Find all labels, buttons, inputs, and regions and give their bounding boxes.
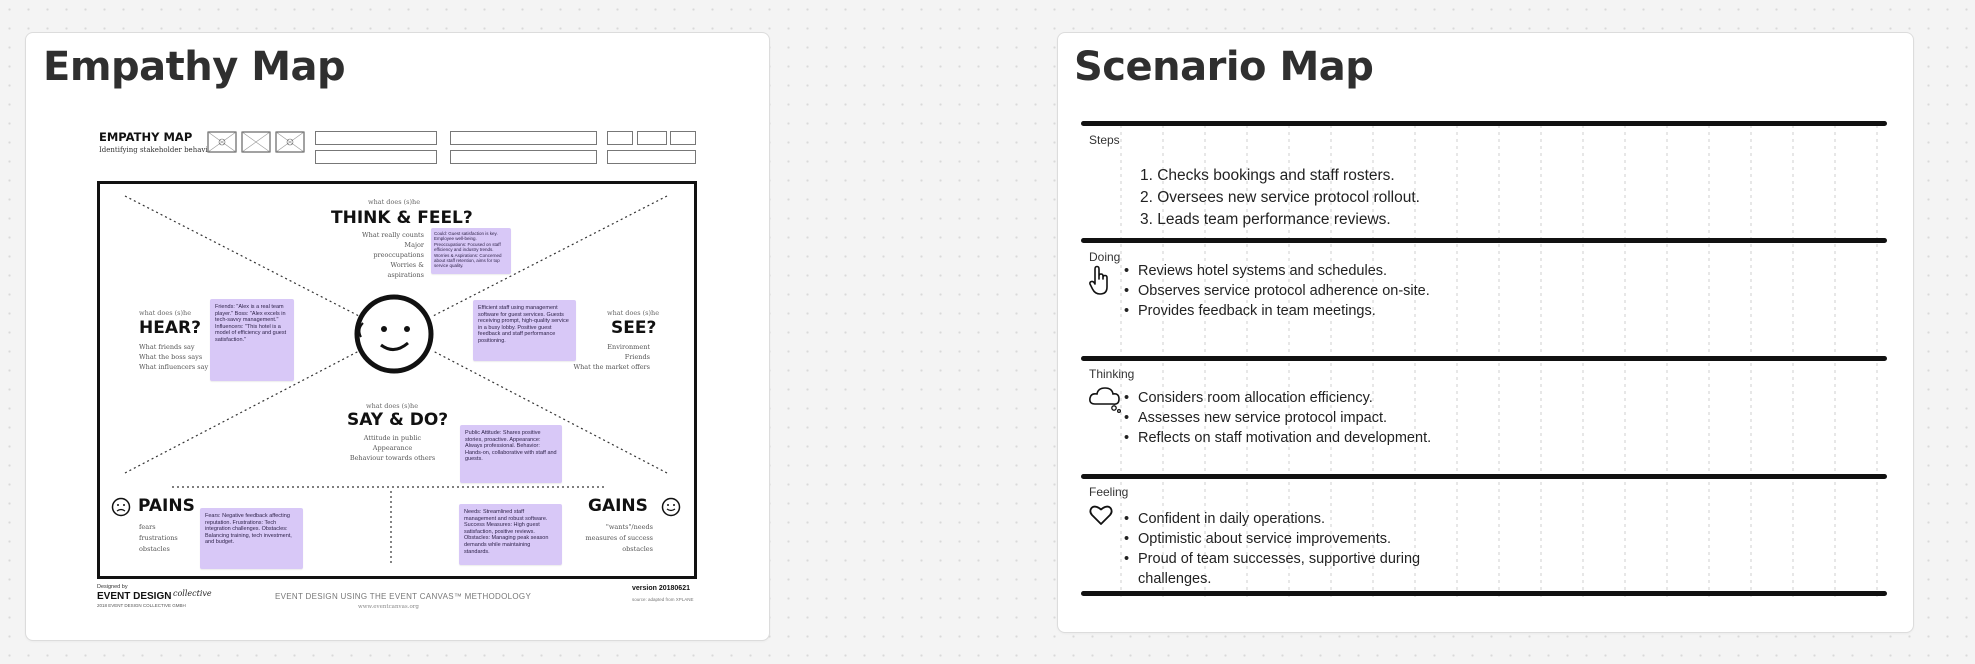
sad-face-icon xyxy=(111,497,131,517)
row-divider xyxy=(1081,474,1887,479)
list-item: Considers room allocation efficiency. xyxy=(1124,388,1444,408)
row-label-thinking: Thinking xyxy=(1089,367,1135,381)
feeling-list: Confident in daily operations. Optimisti… xyxy=(1124,509,1444,589)
happy-face-icon xyxy=(661,497,681,517)
row-divider xyxy=(1081,356,1887,361)
list-item: Optimistic about service improvements. xyxy=(1124,529,1444,549)
header-field[interactable] xyxy=(637,131,667,145)
row-label-feeling: Feeling xyxy=(1089,485,1129,499)
sheet-header-title: EMPATHY MAP xyxy=(99,130,193,144)
think-feel-heading: THINK & FEEL? xyxy=(331,208,473,228)
header-thumbnails xyxy=(207,131,305,153)
say-do-heading: SAY & DO? xyxy=(347,410,449,430)
say-do-lines: Attitude in public Appearance Behaviour … xyxy=(349,434,436,462)
sticky-note-gains[interactable]: Needs: Streamlined staff management and … xyxy=(459,504,562,565)
header-field[interactable] xyxy=(607,131,633,145)
hear-lines: What friends say What the boss says What… xyxy=(139,343,209,371)
header-field[interactable] xyxy=(670,131,696,145)
header-field[interactable] xyxy=(315,150,437,164)
list-item: Proud of team successes, supportive duri… xyxy=(1124,549,1444,589)
hand-pointer-icon xyxy=(1089,265,1108,295)
sheet-header-subtitle: Identifying stakeholder behaviour xyxy=(99,146,220,154)
footer-source: source: adapted from XPLANE xyxy=(632,597,694,602)
gains-heading: GAINS xyxy=(588,496,648,516)
empathy-map-title: Empathy Map xyxy=(43,44,346,90)
steps-list: 1. Checks bookings and staff rosters. 2.… xyxy=(1140,165,1420,231)
list-item: Assesses new service protocol impact. xyxy=(1124,408,1444,428)
doing-list: Reviews hotel systems and schedules. Obs… xyxy=(1124,261,1444,321)
thinking-list: Considers room allocation efficiency. As… xyxy=(1124,388,1444,448)
say-do-prompt: what does (s)he xyxy=(366,402,419,410)
see-prompt: what does (s)he xyxy=(607,309,660,317)
header-field[interactable] xyxy=(450,150,597,164)
footer-copyright: 2018 EVENT DESIGN COLLECTIVE GMBH xyxy=(97,603,186,608)
sticky-note-say-do[interactable]: Public Attitude: Shares positive stories… xyxy=(460,425,562,483)
see-heading: SEE? xyxy=(611,318,657,338)
sticky-note-see[interactable]: Efficient staff using management softwar… xyxy=(473,300,576,361)
footer-brand-script: collective xyxy=(173,589,212,598)
list-item: Reviews hotel systems and schedules. xyxy=(1124,261,1444,281)
list-item: Reflects on staff motivation and develop… xyxy=(1124,428,1444,448)
row-divider xyxy=(1081,238,1887,243)
pains-lines: fears frustrations obstacles xyxy=(139,523,178,553)
header-field[interactable] xyxy=(315,131,437,145)
scenario-map-title: Scenario Map xyxy=(1074,44,1374,90)
list-item: 1. Checks bookings and staff rosters. xyxy=(1140,167,1395,184)
heart-icon xyxy=(1089,505,1113,525)
footer-brand: EVENT DESIGN xyxy=(97,591,172,602)
row-label-doing: Doing xyxy=(1089,250,1121,264)
list-item: Observes service protocol adherence on-s… xyxy=(1124,281,1444,301)
row-label-steps: Steps xyxy=(1089,133,1120,147)
think-feel-prompt: what does (s)he xyxy=(368,198,421,206)
thought-cloud-icon xyxy=(1089,387,1121,413)
hear-prompt: what does (s)he xyxy=(139,309,192,317)
sticky-note-hear[interactable]: Friends: "Alex is a real team player." B… xyxy=(210,299,294,381)
footer-methodology: EVENT DESIGN USING THE EVENT CANVAS™ MET… xyxy=(275,592,532,601)
header-field[interactable] xyxy=(450,131,597,145)
sticky-note-pains[interactable]: Fears: Negative feedback affecting reput… xyxy=(200,508,303,569)
gains-lines: "wants"/needs measures of success obstac… xyxy=(585,523,653,553)
list-item: Confident in daily operations. xyxy=(1124,509,1444,529)
footer-url: www.eventcanvas.org xyxy=(358,604,419,610)
list-item: 2. Oversees new service protocol rollout… xyxy=(1140,189,1420,206)
row-divider xyxy=(1081,121,1887,126)
think-feel-lines: What really counts Major preoccupations … xyxy=(361,231,424,279)
sticky-note-think-feel[interactable]: Could: Guest satisfaction is key. Employ… xyxy=(431,228,511,274)
row-divider xyxy=(1081,591,1887,596)
header-field[interactable] xyxy=(607,150,696,164)
list-item: 3. Leads team performance reviews. xyxy=(1140,211,1391,228)
list-item: Provides feedback in team meetings. xyxy=(1124,301,1444,321)
smiley-face-icon xyxy=(354,294,434,374)
pains-heading: PAINS xyxy=(138,496,195,516)
footer-version: version 20180621 xyxy=(632,585,690,592)
hear-heading: HEAR? xyxy=(139,318,201,338)
footer-designed-by: Designed by xyxy=(97,584,128,590)
